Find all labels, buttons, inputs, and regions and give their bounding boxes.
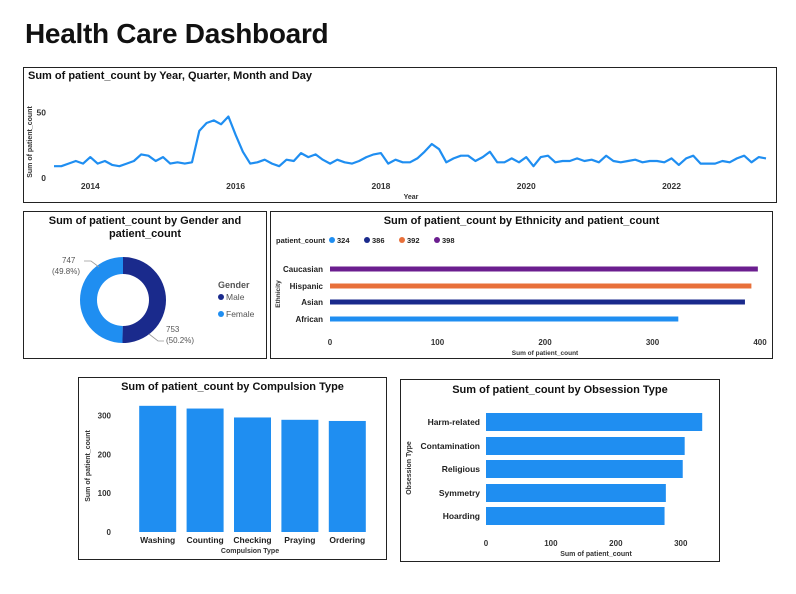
obsession-bar-harm-related [486,413,703,431]
compulsion-category-checking: Checking [233,535,271,545]
obsession-x-tick-2: 200 [609,539,623,548]
ethnicity-legend-marker-386 [364,237,370,243]
gender-label-female-value: 747 [62,256,76,265]
gender-legend-marker-male [218,294,224,300]
ethnicity-x-tick-0: 0 [328,338,333,347]
compulsion-bar-ordering [328,420,366,532]
gender-legend-marker-female [218,311,224,317]
ethnicity-bar-african [330,316,679,322]
ethnicity-bar-hispanic [330,283,752,289]
gender-legend-label-male: Male [226,292,245,302]
ethnicity-category-hispanic: Hispanic [290,282,324,291]
trend-x-tick-3: 2020 [517,181,536,191]
compulsion-bar-praying [281,419,319,532]
compulsion-category-counting: Counting [186,535,223,545]
ethnicity-legend-label-392: 392 [407,236,420,245]
compulsion-panel[interactable]: Sum of patient_count by Compulsion Type … [78,377,387,560]
ethnicity-x-tick-2: 200 [538,338,552,347]
ethnicity-bar-caucasian [330,266,758,272]
trend-chart: 0 50 2014 2016 2018 2020 2022 Year Sum of patien… [27,106,767,201]
ethnicity-x-tick-4: 400 [753,338,767,347]
ethnicity-category-african: African [295,315,323,324]
obsession-category-symmetry: Symmetry [439,488,480,498]
ethnicity-legend-marker-398 [434,237,440,243]
ethnicity-chart: Caucasian Hispanic Asian African 0 100 200 300 4… [275,236,767,357]
obsession-category-contamination: Contamination [421,441,481,451]
obsession-category-harm-related: Harm-related [428,417,480,427]
gender-leader-male [148,333,164,342]
ethnicity-y-axis-label: Ethnicity [275,280,282,308]
trend-x-tick-0: 2014 [81,181,100,191]
compulsion-y-tick-0: 0 [107,528,112,537]
page-title: Health Care Dashboard [25,18,329,49]
ethnicity-x-tick-1: 100 [431,338,445,347]
trend-x-tick-4: 2022 [662,181,681,191]
obsession-y-axis-label: Obsession Type [406,441,413,495]
ethnicity-legend-title: patient_count [276,236,326,245]
obsession-panel[interactable]: Sum of patient_count by Obsession Type H… [400,379,720,562]
trend-x-tick-2: 2018 [371,181,390,191]
trend-y-axis-label: Sum of patient_count [27,106,34,178]
ethnicity-legend-label-386: 386 [372,236,385,245]
ethnicity-legend-marker-392 [399,237,405,243]
obsession-category-hoarding: Hoarding [443,511,480,521]
ethnicity-x-tick-3: 300 [646,338,660,347]
gender-panel[interactable]: Sum of patient_count by Gender and patie… [23,211,267,359]
ethnicity-bar-asian [330,299,745,305]
obsession-bar-contamination [486,437,685,455]
trend-x-axis-label: Year [404,194,419,201]
ethnicity-legend-marker-324 [329,237,335,243]
compulsion-category-ordering: Ordering [329,535,365,545]
compulsion-bar-counting [186,408,224,532]
obsession-bar-hoarding [486,507,665,525]
gender-legend-title: Gender [218,280,250,290]
obsession-category-religious: Religious [442,464,481,474]
obsession-x-tick-0: 0 [484,539,489,548]
compulsion-chart: Washing Counting Checking Praying Ordering 0 1… [85,405,366,555]
ethnicity-panel[interactable]: Sum of patient_count by Ethnicity and pa… [270,211,773,359]
compulsion-y-tick-1: 100 [98,489,112,498]
trend-series-line [54,115,767,168]
compulsion-x-axis-label: Compulsion Type [221,548,279,555]
compulsion-category-praying: Praying [284,535,315,545]
gender-label-female-pct: (49.8%) [52,267,80,276]
gender-label-male-value: 753 [166,325,180,334]
obsession-x-tick-1: 100 [544,539,558,548]
trend-y-tick-1: 50 [37,108,47,118]
obsession-bar-religious [486,460,683,478]
ethnicity-legend-label-398: 398 [442,236,455,245]
ethnicity-legend-label-324: 324 [337,236,350,245]
gender-slice-male [122,257,167,343]
gender-label-male-pct: (50.2%) [166,336,194,345]
ethnicity-category-asian: Asian [301,298,323,307]
obsession-x-tick-3: 300 [674,539,688,548]
gender-chart: 753 (50.2%) 747 (49.8%) Gender Male Female [52,256,255,345]
gender-slice-female [80,257,123,343]
trend-panel[interactable]: Sum of patient_count by Year, Quarter, M… [23,67,777,203]
compulsion-category-washing: Washing [140,535,175,545]
compulsion-bar-washing [139,405,177,532]
gender-legend-label-female: Female [226,309,255,319]
ethnicity-category-caucasian: Caucasian [283,265,323,274]
trend-y-tick-0: 0 [41,173,46,183]
obsession-chart: Harm-related Contamination Religious Symmet… [406,413,703,558]
compulsion-y-tick-3: 300 [98,412,112,421]
trend-x-tick-1: 2016 [226,181,245,191]
compulsion-y-tick-2: 200 [98,450,112,459]
compulsion-bar-checking [234,417,271,532]
obsession-bar-symmetry [486,484,666,502]
obsession-x-axis-label: Sum of patient_count [560,551,632,558]
ethnicity-x-axis-label: Sum of patient_count [512,350,579,357]
compulsion-y-axis-label: Sum of patient_count [85,430,92,502]
